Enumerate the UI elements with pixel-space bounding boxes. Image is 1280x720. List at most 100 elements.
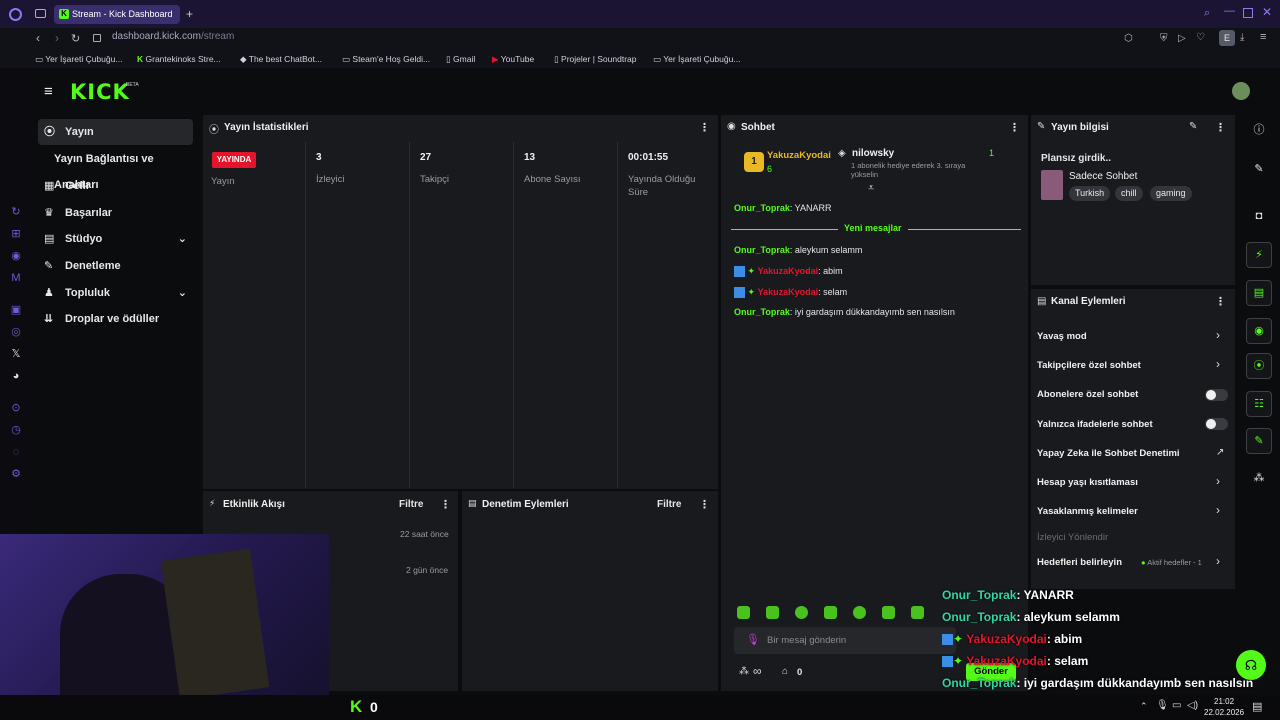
twitch-icon[interactable]: ▣ [10,304,22,316]
activity-menu-icon[interactable]: ⋮ [440,498,451,511]
bookmark-2[interactable]: K Grantekinoks Stre... [137,54,221,64]
activity-filter-button[interactable]: Filtre [399,499,423,510]
layout-icon[interactable]: ☷ [1246,391,1272,417]
emote-icon[interactable] [882,606,895,619]
heart-icon[interactable]: ♡ [1196,32,1205,43]
chat-user[interactable]: YakuzaKyodai [758,266,819,276]
mic-icon[interactable]: 🎙 [746,633,760,646]
refresh-sidebar-icon[interactable]: ↻ [10,206,22,218]
minimize-button[interactable]: — [1224,5,1235,17]
nav-baglanti[interactable]: Yayın Bağlantısı ve Anahtarı [28,146,198,191]
bookmark-8[interactable]: ▭ Yer İşareti Çubuğu... [653,54,740,65]
back-icon[interactable]: ‹ [36,31,40,45]
chat-user[interactable]: Onur_Toprak [734,203,790,213]
expand-icon[interactable]: ⩡ [868,182,874,195]
bookmark-7[interactable]: ▯ Projeler | Soundtrap [554,54,637,65]
chat-menu-icon[interactable]: ⋮ [1009,121,1020,134]
bookmark-6[interactable]: ▶ YouTube [492,54,534,65]
clock-time[interactable]: 21:02 [1214,697,1234,706]
shield-icon[interactable]: ⛨ [1160,33,1168,44]
moderation-menu-icon[interactable]: ⋮ [699,498,710,511]
chat-user[interactable]: Onur_Toprak [734,245,790,255]
history-icon[interactable]: ◷ [10,424,22,436]
moderation-filter-button[interactable]: Filtre [657,499,681,510]
ai-moderation[interactable]: Yapay Zeka ile Sohbet Denetimi [1037,448,1180,459]
reload-icon[interactable]: ↻ [71,32,80,45]
bag-icon[interactable]: ⊞ [10,228,22,240]
tab-switch-icon[interactable] [35,9,46,18]
emote-icon[interactable] [795,606,808,619]
tray-chevron-icon[interactable]: ⌃ [1140,701,1148,712]
nav-gelir[interactable]: ▦ Gelir [38,173,193,199]
bookmark-3[interactable]: ◆ The best ChatBot... [240,54,322,65]
lightning-icon[interactable]: ⚡ [1246,242,1272,268]
edit-icon[interactable]: ✎ [1189,121,1197,132]
nav-studyo[interactable]: ▤ Stüdyo ⌄ [38,226,193,252]
chat-user[interactable]: YakuzaKyodai [758,287,819,297]
document-icon[interactable]: ▤ [1246,280,1272,306]
instagram-icon[interactable]: ◎ [10,326,22,338]
emotes-only-toggle[interactable] [1205,418,1228,430]
discord-icon[interactable]: ◕ [10,370,22,382]
emote-icon[interactable] [737,606,750,619]
bookmark-4[interactable]: ▭ Steam'e Hoş Geldi... [342,54,430,65]
info-icon[interactable]: ⓘ [1246,118,1272,144]
wrench-tool-icon[interactable]: ✎ [1246,428,1272,454]
messenger-icon[interactable]: ◉ [10,250,22,262]
banned-words[interactable]: Yasaklanmış kelimeler [1037,506,1138,517]
broadcast-tool-icon[interactable]: ⦿ [1246,353,1272,379]
download-icon[interactable]: ⤓ [1240,32,1244,43]
channel-actions-menu-icon[interactable]: ⋮ [1215,295,1226,308]
subs-only-toggle[interactable] [1205,389,1228,401]
emote-icon[interactable] [766,606,779,619]
nav-basarilar[interactable]: ♛ Başarılar [38,200,193,226]
stream-info-menu-icon[interactable]: ⋮ [1215,121,1226,134]
leader-name[interactable]: YakuzaKyodai [767,150,831,161]
external-link-icon[interactable]: ↗ [1216,447,1224,458]
bookmark-1[interactable]: ▭ Yer İşareti Çubuğu... [35,54,122,65]
opera-logo-icon[interactable] [9,8,22,21]
emote-icon[interactable] [824,606,837,619]
chevron-right-icon[interactable]: › [1216,503,1220,517]
nav-denetleme[interactable]: ✎ Denetleme [38,253,193,279]
volume-icon[interactable]: ◁) [1187,700,1198,711]
tab-kick-dashboard[interactable]: K Stream - Kick Dashboard [54,5,180,24]
chevron-right-icon[interactable]: › [1216,357,1220,371]
mic-tray-icon[interactable]: 🎙 [1156,700,1169,711]
clock-date[interactable]: 22.02.2026 [1204,708,1244,717]
maximize-button[interactable] [1243,8,1253,18]
slow-mode[interactable]: Yavaş mod [1037,331,1087,342]
new-tab-button[interactable]: + [186,7,193,21]
search-icon[interactable]: ⌕ [1204,7,1210,20]
chat-tool-icon[interactable]: ◉ [1246,318,1272,344]
menu-icon[interactable]: ≡ [1260,31,1266,43]
x-icon[interactable]: 𝕏 [10,348,22,360]
bookmark-5[interactable]: ▯ Gmail [446,54,475,65]
gifter-name[interactable]: nilowsky [852,148,894,159]
set-goals[interactable]: Hedefleri belirleyin [1037,557,1122,568]
kick-logo[interactable]: KICK [70,80,130,104]
extension-icon[interactable]: ⬡ [1124,33,1133,44]
emote-icon[interactable] [853,606,866,619]
chevron-right-icon[interactable]: › [1216,474,1220,488]
hamburger-icon[interactable]: ≡ [44,83,53,100]
url-field[interactable]: dashboard.kick.com/stream [112,31,234,42]
nav-topluluk[interactable]: ♟ Topluluk ⌄ [38,280,193,306]
m-icon[interactable]: M [10,272,22,284]
play-icon[interactable]: ▷ [1178,33,1186,44]
close-window-button[interactable]: ✕ [1262,5,1272,19]
chat-bubble-icon[interactable]: ◌ [10,446,22,458]
chevron-right-icon[interactable]: › [1216,554,1220,568]
nav-droplar[interactable]: ⇊ Droplar ve ödüller [38,306,193,332]
followers-only[interactable]: Takipçilere özel sohbet [1037,360,1141,371]
tag[interactable]: Turkish [1069,186,1111,201]
user-avatar[interactable] [1232,82,1250,100]
nav-yayin[interactable]: ⦿ Yayın [38,119,193,145]
stats-menu-icon[interactable]: ⋮ [699,121,710,134]
category-thumbnail[interactable] [1041,170,1063,200]
profile-icon[interactable]: E [1219,30,1235,46]
forward-icon[interactable]: › [55,31,59,45]
player-icon[interactable]: ⊙ [10,402,22,414]
chat-user[interactable]: Onur_Toprak [734,307,790,317]
account-age[interactable]: Hesap yaşı kısıtlaması [1037,477,1138,488]
